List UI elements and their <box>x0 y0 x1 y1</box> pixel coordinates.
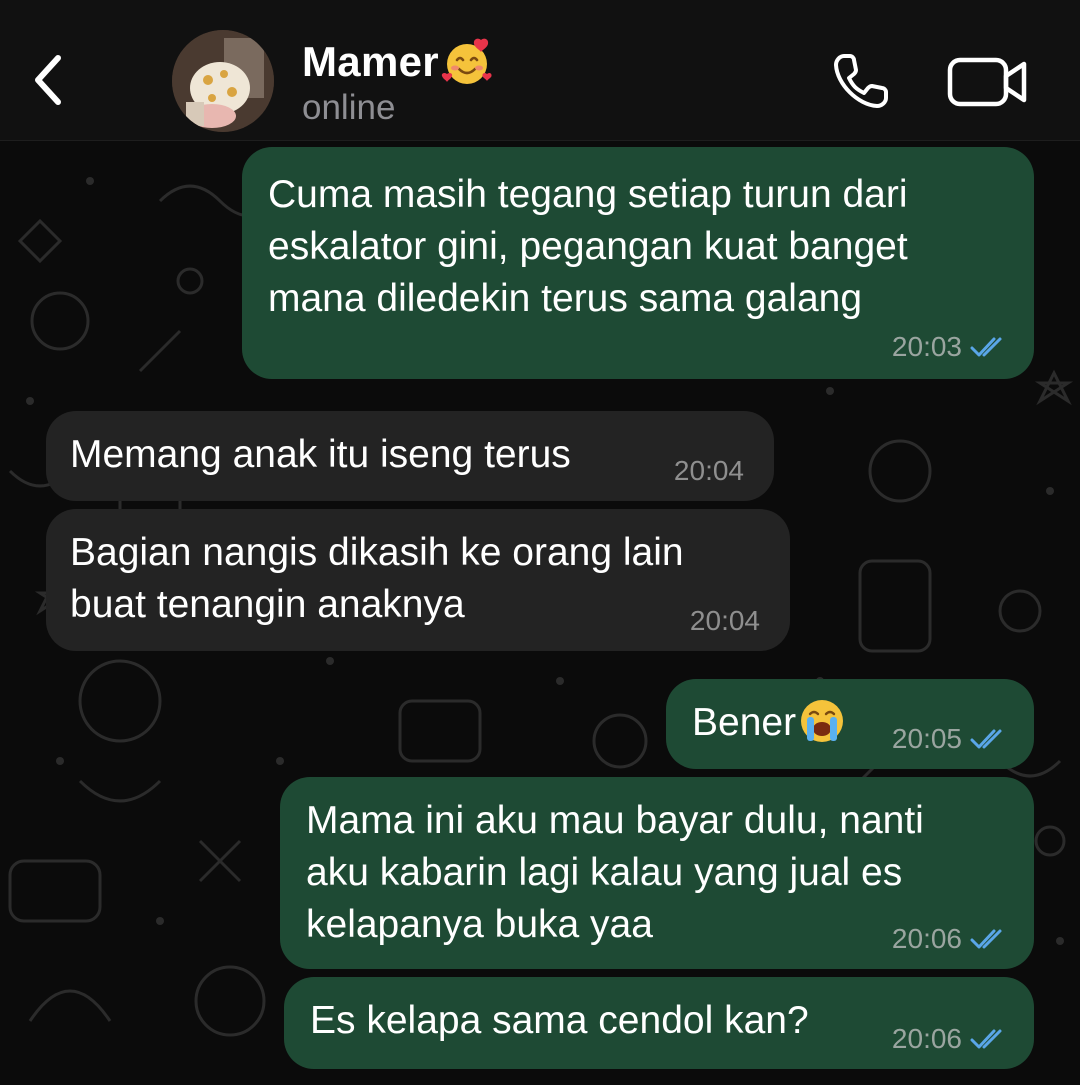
video-call-button[interactable] <box>944 52 1032 112</box>
message-bubble-outgoing[interactable]: Cuma masih tegang setiap turun dari eska… <box>242 147 1034 379</box>
avatar-image <box>172 30 274 132</box>
message-bubble-outgoing[interactable]: Bener 20:05 <box>666 679 1034 769</box>
contact-name[interactable]: Mamer <box>302 38 493 88</box>
message-meta: 20:06 <box>892 1023 1010 1055</box>
double-check-read-icon <box>970 337 1002 357</box>
message-bubble-incoming[interactable]: Memang anak itu iseng terus 20:04 <box>46 411 774 501</box>
phone-icon <box>834 54 888 108</box>
double-check-read-icon <box>970 929 1002 949</box>
message-text: Es kelapa sama cendol kan? <box>310 999 809 1042</box>
message-meta: 20:05 <box>892 723 1010 755</box>
message-text: Memang anak itu iseng terus <box>70 433 571 476</box>
video-camera-icon <box>947 57 1027 107</box>
chat-area[interactable]: Cuma masih tegang setiap turun dari eska… <box>0 141 1080 1085</box>
message-time: 20:03 <box>891 331 962 362</box>
message-meta: 20:06 <box>892 923 1010 955</box>
double-check-read-icon <box>970 1029 1002 1049</box>
contact-name-text: Mamer <box>302 38 439 85</box>
message-bubble-incoming[interactable]: Bagian nangis dikasih ke orang lain buat… <box>46 509 790 651</box>
chat-header: Mamer online <box>0 0 1080 141</box>
message-bubble-outgoing[interactable]: Mama ini aku mau bayar dulu, nanti aku k… <box>280 777 1034 969</box>
message-time: 20:05 <box>891 723 962 754</box>
smiling-face-with-hearts-icon <box>441 38 492 84</box>
voice-call-button[interactable] <box>826 48 894 116</box>
message-meta: 20:04 <box>690 605 760 637</box>
message-time: 20:06 <box>891 923 962 954</box>
message-text: Bagian nangis dikasih ke orang lain buat… <box>70 531 684 626</box>
contact-avatar[interactable] <box>172 30 274 132</box>
contact-status: online <box>302 88 396 127</box>
message-text-content: Bener <box>692 701 797 744</box>
back-button[interactable] <box>18 40 78 120</box>
message-text: Cuma masih tegang setiap turun dari eska… <box>268 173 908 320</box>
message-text: Bener <box>692 697 892 749</box>
message-time: 20:04 <box>673 455 744 486</box>
message-bubble-outgoing[interactable]: Es kelapa sama cendol kan? 20:06 <box>284 977 1034 1069</box>
message-time: 20:06 <box>891 1023 962 1054</box>
message-meta: 20:03 <box>892 331 1010 363</box>
message-meta: 20:04 <box>674 455 744 487</box>
message-time: 20:04 <box>689 605 760 636</box>
double-check-read-icon <box>970 729 1002 749</box>
loudly-crying-face-icon <box>801 699 844 742</box>
chevron-left-icon <box>35 55 61 105</box>
